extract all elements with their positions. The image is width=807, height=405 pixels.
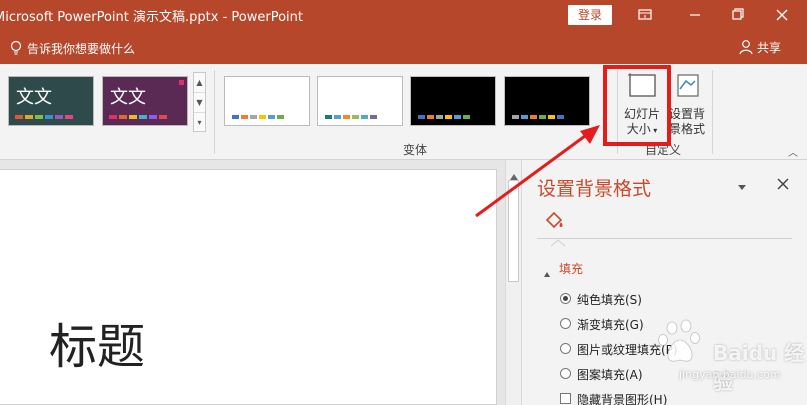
highlight-box (603, 65, 671, 146)
gradient-fill-label[interactable]: 渐变填充(G) (577, 316, 644, 333)
theme-color-bars (15, 115, 73, 119)
solid-fill-label[interactable]: 纯色填充(S) (577, 291, 642, 308)
gradient-fill-radio[interactable] (560, 318, 571, 329)
solid-fill-radio[interactable] (560, 293, 571, 304)
more-icon[interactable]: ▾ (194, 113, 205, 133)
pattern-fill-label[interactable]: 图案填充(A) (577, 366, 643, 383)
design-ribbon: 文文 文文 ▲ ▼ ▾ 变体 幻灯片 大小 ▾ 设置背 景格式 自定义 ︿ (0, 64, 807, 160)
variants-group-label: 变体 (403, 143, 428, 157)
tab-caret-icon (550, 232, 566, 251)
login-button[interactable]: 登录 (568, 5, 612, 25)
variant-thumbnail[interactable] (224, 76, 310, 126)
variant-thumbnail[interactable] (410, 76, 496, 126)
scroll-up-icon[interactable]: ▲ (194, 73, 205, 93)
theme-thumbnail[interactable]: 文文 (8, 76, 94, 126)
scroll-thumb[interactable] (508, 180, 519, 282)
format-background-button[interactable]: 设置背 景格式 (666, 69, 708, 139)
person-icon[interactable] (738, 39, 754, 59)
hide-background-checkbox[interactable] (560, 393, 571, 404)
theme-thumbnail[interactable]: 文文 (102, 76, 188, 126)
restore-icon[interactable] (726, 4, 750, 26)
share-button[interactable]: 共享 (757, 39, 781, 56)
scroll-down-icon[interactable]: ▼ (194, 93, 205, 113)
theme-thumb-text: 文文 (16, 87, 52, 108)
title-bar: Microsoft PowerPoint 演示文稿.pptx - PowerPo… (0, 0, 807, 31)
theme-gallery-scroll[interactable]: ▲ ▼ ▾ (193, 72, 206, 132)
slide-canvas[interactable]: 标题 (0, 169, 497, 405)
fill-section-header[interactable]: 填充 (559, 260, 583, 277)
picture-fill-radio[interactable] (560, 343, 571, 354)
format-background-icon (672, 71, 702, 103)
hide-background-label[interactable]: 隐藏背景图形(H) (577, 391, 667, 405)
pane-close-icon[interactable] (777, 175, 789, 194)
ribbon-display-options-icon[interactable] (633, 4, 657, 26)
pattern-fill-radio[interactable] (560, 368, 571, 379)
watermark-text: Baidu 经验 (713, 341, 805, 394)
minimize-icon[interactable] (683, 4, 707, 26)
variant-thumbnail[interactable] (317, 76, 403, 126)
pane-tab-underline (537, 238, 792, 239)
theme-thumb-text: 文文 (110, 87, 146, 108)
lightbulb-icon (9, 40, 23, 60)
format-background-label-2: 景格式 (668, 122, 705, 136)
pane-options-icon[interactable] (737, 177, 747, 196)
collapse-ribbon-icon[interactable]: ︿ (788, 144, 798, 159)
watermark-url: jingyan.baidu.com (679, 368, 781, 381)
window-title: Microsoft PowerPoint 演示文稿.pptx - PowerPo… (0, 10, 303, 25)
tell-me-input[interactable]: 告诉我你想要做什么 (27, 40, 135, 57)
tell-me-bar: 告诉我你想要做什么 共享 (0, 31, 807, 64)
slide-title-placeholder[interactable]: 标题 (49, 307, 145, 377)
slide-scrollbar[interactable] (505, 160, 521, 405)
theme-color-bars (109, 115, 167, 119)
format-background-label-1: 设置背 (668, 107, 705, 121)
close-window-icon[interactable] (770, 4, 794, 26)
pane-title: 设置背景格式 (537, 178, 652, 200)
section-collapse-icon[interactable] (543, 264, 551, 283)
variant-thumbnail[interactable] (504, 76, 590, 126)
